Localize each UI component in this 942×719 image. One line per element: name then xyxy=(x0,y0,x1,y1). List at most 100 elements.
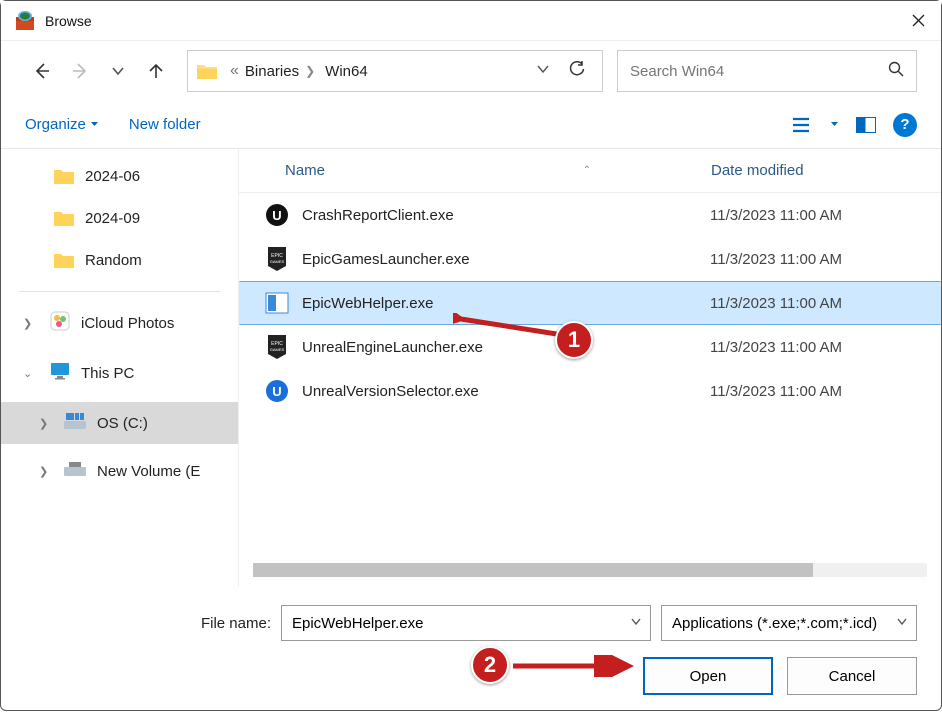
svg-text:U: U xyxy=(272,384,281,399)
chevron-right-icon[interactable]: ❯ xyxy=(39,417,48,430)
titlebar: Browse xyxy=(1,1,941,41)
file-name: UnrealVersionSelector.exe xyxy=(302,383,710,400)
breadcrumb-overflow[interactable]: « xyxy=(230,62,239,80)
breadcrumb-parent[interactable]: Binaries xyxy=(245,63,299,80)
filter-value: Applications (*.exe;*.com;*.icd) xyxy=(672,615,877,632)
chevron-right-icon: ❯ xyxy=(305,64,315,78)
file-date: 11/3/2023 11:00 AM xyxy=(710,207,940,224)
close-button[interactable] xyxy=(895,1,941,41)
sidebar-item-drive-c[interactable]: ❯ OS (C:) xyxy=(1,402,238,444)
svg-text:GAMES: GAMES xyxy=(270,259,285,264)
file-row[interactable]: U CrashReportClient.exe 11/3/2023 11:00 … xyxy=(239,193,941,237)
sidebar-item-drive-e[interactable]: ❯ New Volume (E xyxy=(1,450,238,492)
sidebar-item-label: 2024-09 xyxy=(85,210,140,227)
svg-text:U: U xyxy=(272,208,281,223)
up-button[interactable] xyxy=(139,54,173,88)
refresh-button[interactable] xyxy=(560,60,594,83)
view-dropdown[interactable] xyxy=(830,120,839,129)
column-header[interactable]: Name ⌃ Date modified xyxy=(239,149,941,193)
nav-row: « Binaries ❯ Win64 xyxy=(1,41,941,101)
window-title: Browse xyxy=(45,13,895,29)
sidebar-folder[interactable]: 2024-09 xyxy=(1,197,238,239)
file-name: CrashReportClient.exe xyxy=(302,207,710,224)
bottom-panel: File name: EpicWebHelper.exe Application… xyxy=(1,587,941,719)
file-row-selected[interactable]: EpicWebHelper.exe 11/3/2023 11:00 AM xyxy=(239,281,941,325)
folder-icon xyxy=(53,209,75,227)
forward-button[interactable] xyxy=(63,54,97,88)
file-type-filter[interactable]: Applications (*.exe;*.com;*.icd) xyxy=(661,605,917,641)
new-folder-label: New folder xyxy=(129,116,201,133)
sidebar-item-label: Random xyxy=(85,252,142,269)
open-button[interactable]: Open xyxy=(643,657,773,695)
filename-input[interactable]: EpicWebHelper.exe xyxy=(281,605,651,641)
chevron-down-icon xyxy=(90,120,99,129)
breadcrumb-current[interactable]: Win64 xyxy=(325,63,368,80)
chevron-down-icon[interactable] xyxy=(630,615,642,632)
toolbar: Organize New folder ? xyxy=(1,101,941,149)
recent-dropdown[interactable] xyxy=(101,54,135,88)
search-icon[interactable] xyxy=(888,61,904,82)
sort-indicator-icon: ⌃ xyxy=(583,165,591,176)
folder-icon xyxy=(196,62,218,80)
sidebar-item-label: OS (C:) xyxy=(97,415,148,432)
file-row[interactable]: U UnrealVersionSelector.exe 11/3/2023 11… xyxy=(239,369,941,413)
address-dropdown[interactable] xyxy=(526,62,560,81)
file-name: EpicWebHelper.exe xyxy=(302,295,710,312)
filename-label: File name: xyxy=(25,615,271,632)
open-label: Open xyxy=(690,668,727,685)
file-date: 11/3/2023 11:00 AM xyxy=(710,251,940,268)
new-folder-button[interactable]: New folder xyxy=(129,116,201,133)
filename-value: EpicWebHelper.exe xyxy=(292,615,423,632)
sidebar-item-label: New Volume (E xyxy=(97,463,200,480)
icloud-icon xyxy=(49,310,71,336)
search-input[interactable] xyxy=(630,63,888,80)
file-name: EpicGamesLauncher.exe xyxy=(302,251,710,268)
cancel-button[interactable]: Cancel xyxy=(787,657,917,695)
column-date[interactable]: Date modified xyxy=(711,162,941,179)
file-date: 11/3/2023 11:00 AM xyxy=(710,339,940,356)
chevron-right-icon[interactable]: ❯ xyxy=(23,317,32,330)
cancel-label: Cancel xyxy=(829,668,876,685)
back-button[interactable] xyxy=(25,54,59,88)
organize-label: Organize xyxy=(25,116,86,133)
sidebar-item-thispc[interactable]: ⌄ This PC xyxy=(1,352,238,394)
sidebar-folder[interactable]: 2024-06 xyxy=(1,155,238,197)
search-box[interactable] xyxy=(617,50,917,92)
file-name: UnrealEngineLauncher.exe xyxy=(302,339,710,356)
main-area: 2024-06 2024-09 Random ❯ iCloud Photos ⌄… xyxy=(1,149,941,587)
file-date: 11/3/2023 11:00 AM xyxy=(710,295,940,312)
view-menu[interactable] xyxy=(792,114,814,136)
sidebar-item-label: iCloud Photos xyxy=(81,315,174,332)
column-name[interactable]: Name xyxy=(285,162,325,179)
file-date: 11/3/2023 11:00 AM xyxy=(710,383,940,400)
address-bar[interactable]: « Binaries ❯ Win64 xyxy=(187,50,603,92)
ue-icon: U xyxy=(264,378,290,404)
file-list: Name ⌃ Date modified U CrashReportClient.… xyxy=(239,149,941,587)
file-row[interactable]: EPICGAMES EpicGamesLauncher.exe 11/3/202… xyxy=(239,237,941,281)
drive-icon xyxy=(63,412,87,434)
sidebar-separator xyxy=(19,291,220,292)
preview-pane-button[interactable] xyxy=(855,114,877,136)
app-icon xyxy=(264,290,290,316)
sidebar-item-label: This PC xyxy=(81,365,134,382)
svg-text:GAMES: GAMES xyxy=(270,347,285,352)
folder-icon xyxy=(53,251,75,269)
sidebar-item-label: 2024-06 xyxy=(85,168,140,185)
organize-menu[interactable]: Organize xyxy=(25,116,99,133)
folder-icon xyxy=(53,167,75,185)
horizontal-scrollbar[interactable] xyxy=(253,563,927,577)
drive-icon xyxy=(63,461,87,481)
chevron-down-icon[interactable]: ⌄ xyxy=(23,367,32,380)
sidebar: 2024-06 2024-09 Random ❯ iCloud Photos ⌄… xyxy=(1,149,239,587)
sidebar-folder[interactable]: Random xyxy=(1,239,238,281)
sidebar-item-icloud[interactable]: ❯ iCloud Photos xyxy=(1,302,238,344)
help-button[interactable]: ? xyxy=(893,113,917,137)
monitor-icon xyxy=(49,361,71,385)
chevron-down-icon[interactable] xyxy=(896,615,908,632)
scrollbar-thumb[interactable] xyxy=(253,563,813,577)
file-row[interactable]: EPICGAMES UnrealEngineLauncher.exe 11/3/… xyxy=(239,325,941,369)
epic-icon: EPICGAMES xyxy=(264,334,290,360)
ue-icon: U xyxy=(264,202,290,228)
epic-icon: EPICGAMES xyxy=(264,246,290,272)
chevron-right-icon[interactable]: ❯ xyxy=(39,465,48,478)
